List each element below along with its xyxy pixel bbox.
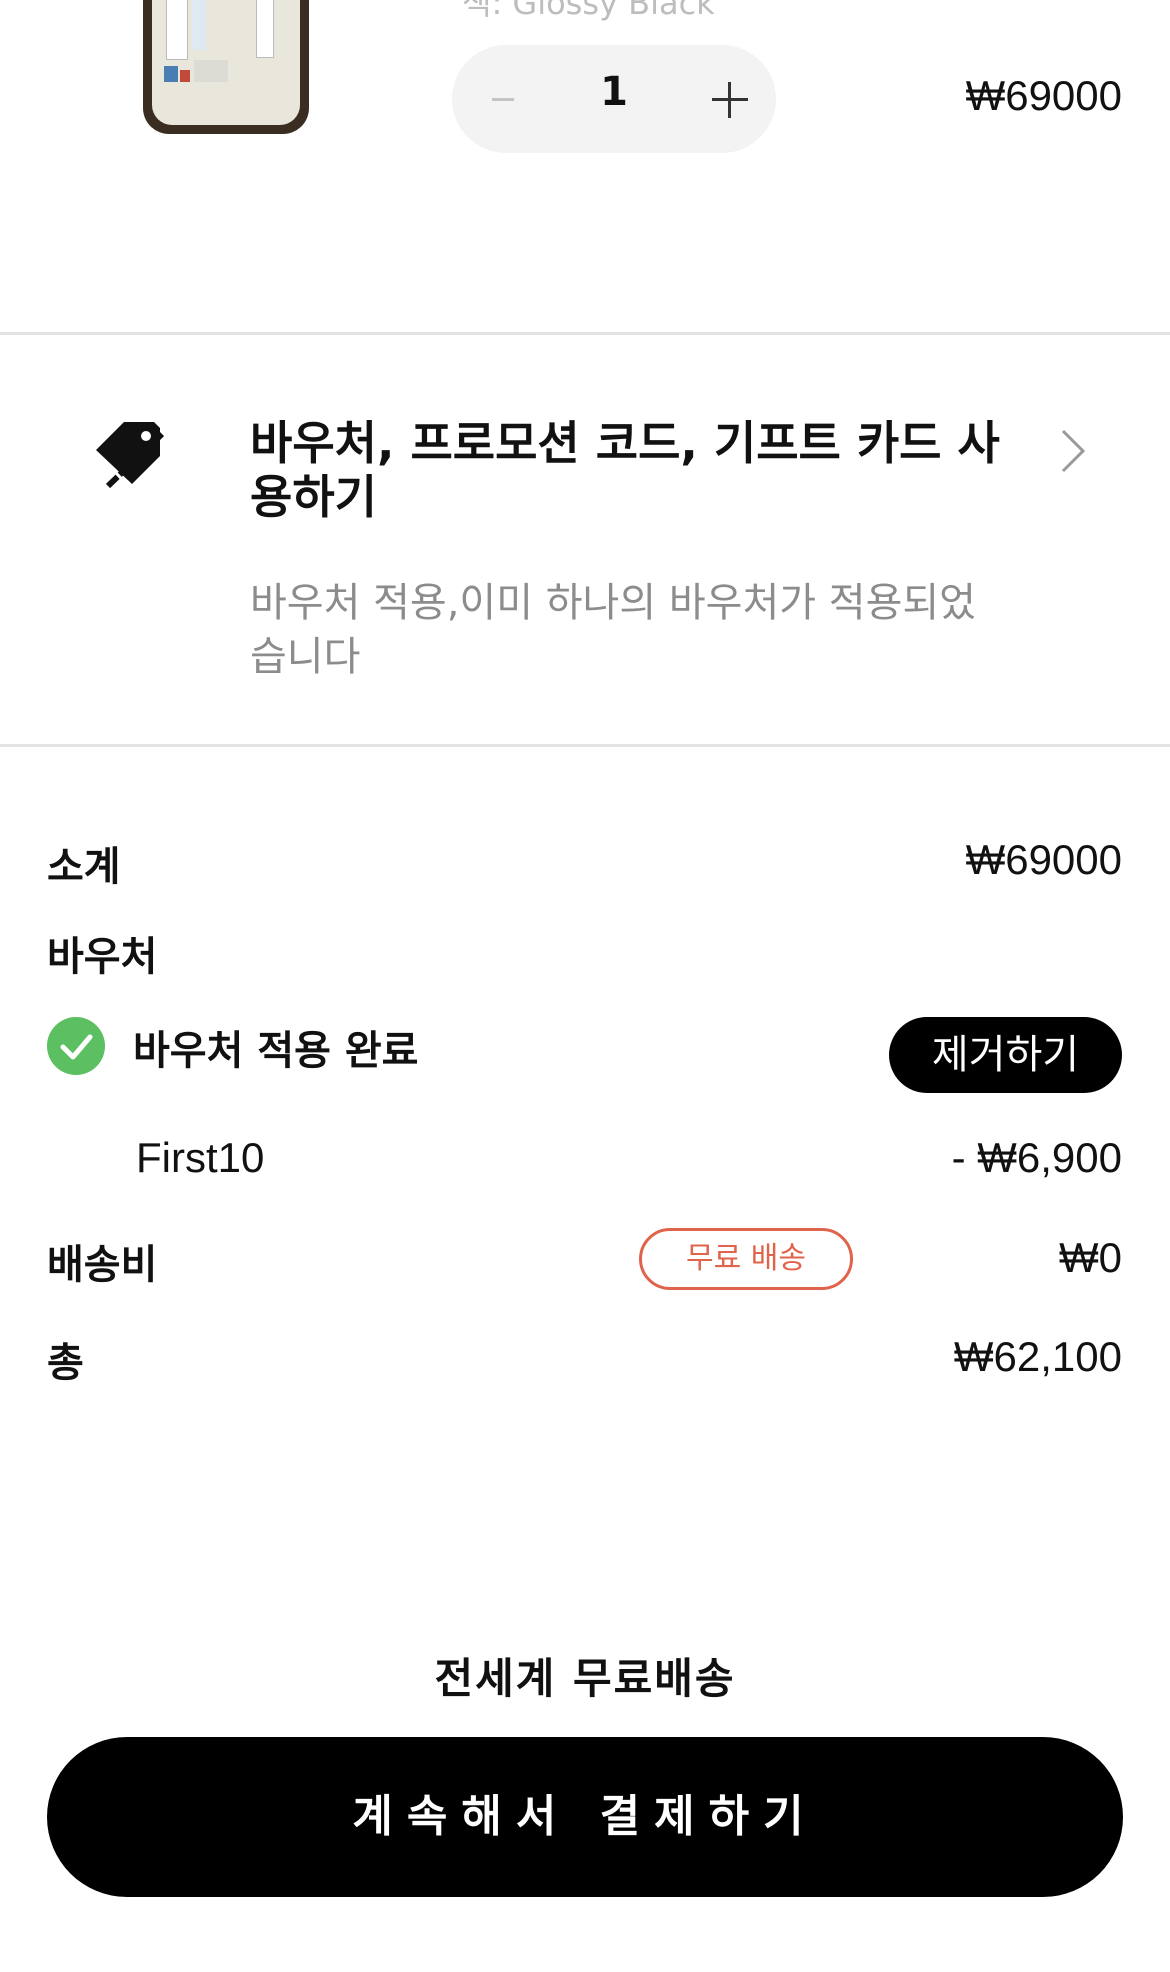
voucher-discount: - ₩6,900 [951,1134,1122,1181]
cart-page: 색: Glossy Black 1 ₩69000 바우처, 프로모션 코드, 기… [0,0,1170,1972]
quantity-value: 1 [600,69,628,115]
voucher-entry-row[interactable]: 바우처, 프로모션 코드, 기프트 카드 사용하기 바우처 적용,이미 하나의 … [0,336,1170,742]
checkout-button[interactable]: 계속해서 결제하기 [47,1737,1123,1897]
voucher-label: 바우처 [47,934,158,980]
item-price: ₩69000 [965,72,1122,119]
total-label: 총 [47,1340,84,1386]
chevron-right-icon [1061,429,1086,473]
voucher-applied-text: 바우처 적용 완료 [133,1028,419,1074]
shipping-label: 배송비 [47,1242,158,1288]
product-thumbnail[interactable] [143,0,309,134]
remove-voucher-button[interactable]: 제거하기 [889,1017,1122,1093]
subtotal-value: ₩69000 [965,836,1122,883]
shipping-value: ₩0 [1059,1234,1122,1281]
total-value: ₩62,100 [953,1333,1122,1380]
quantity-stepper: 1 [452,45,776,153]
voucher-title: 바우처, 프로모션 코드, 기프트 카드 사용하기 [250,416,1000,524]
voucher-code: First10 [136,1134,265,1181]
divider [0,332,1170,335]
quantity-increment-button[interactable] [704,73,756,125]
product-variant: 색: Glossy Black [462,0,715,22]
tag-icon [96,422,165,492]
free-shipping-badge: 무료 배송 [639,1228,853,1290]
divider [0,744,1170,747]
voucher-status-text: 바우처 적용,이미 하나의 바우처가 적용되었습니다 [250,580,976,680]
check-circle-icon [47,1017,105,1075]
worldwide-shipping-note: 전세계 무료배송 [434,1654,736,1703]
quantity-decrement-button[interactable] [488,73,518,125]
subtotal-label: 소계 [47,844,121,890]
minus-icon [492,97,514,101]
